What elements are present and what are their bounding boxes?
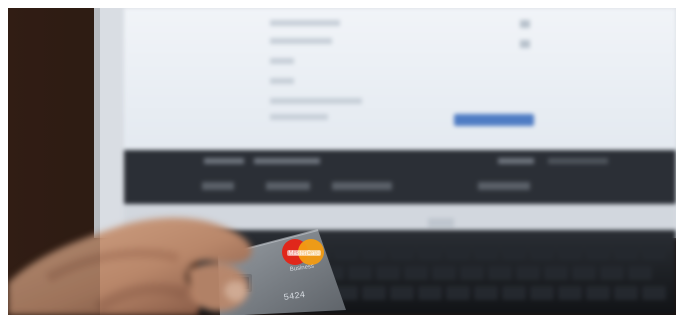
photo-frame: MasterCard Business 5424 xyxy=(0,0,684,323)
laptop-logo-badge xyxy=(428,218,454,228)
photo: MasterCard Business 5424 xyxy=(8,8,676,315)
mastercard-logo-text: MasterCard xyxy=(288,251,319,257)
mastercard-logo: MasterCard xyxy=(282,239,324,265)
photo-scene: MasterCard Business 5424 xyxy=(8,8,676,315)
vignette-left xyxy=(8,8,100,315)
laptop-screen xyxy=(124,8,676,238)
screen-blue-button xyxy=(454,114,534,126)
